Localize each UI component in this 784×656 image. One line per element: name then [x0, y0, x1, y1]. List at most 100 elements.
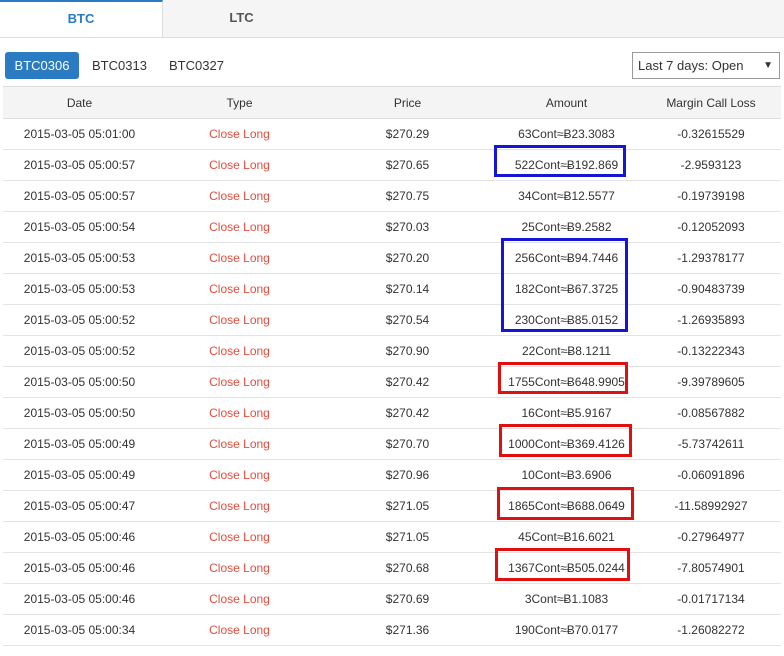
cell-margin-call-loss: -1.26082272 [641, 614, 781, 646]
table-row: 2015-03-05 05:00:49 Close Long $270.70 1000… [3, 428, 781, 460]
liquidation-table: Date Type Price Amount Margin Call Loss … [3, 86, 781, 646]
cell-price: $271.05 [323, 490, 492, 522]
cell-type: Close Long [156, 521, 323, 553]
cell-date: 2015-03-05 05:00:52 [3, 304, 156, 336]
cell-date: 2015-03-05 05:00:52 [3, 335, 156, 367]
cell-date: 2015-03-05 05:00:50 [3, 397, 156, 429]
cell-price: $270.65 [323, 149, 492, 181]
cell-amount: 522Cont≈Ƀ192.869 [492, 149, 641, 181]
cell-margin-call-loss: -0.19739198 [641, 180, 781, 212]
table-row: 2015-03-05 05:00:46 Close Long $270.68 1367… [3, 552, 781, 584]
table-row: 2015-03-05 05:00:53 Close Long $270.20 256C… [3, 242, 781, 274]
cell-amount: 22Cont≈Ƀ8.1211 [492, 335, 641, 367]
table-row: 2015-03-05 05:00:49 Close Long $270.96 10Co… [3, 459, 781, 491]
cell-margin-call-loss: -7.80574901 [641, 552, 781, 584]
cell-margin-call-loss: -5.73742611 [641, 428, 781, 460]
header-price: Price [323, 86, 492, 119]
cell-price: $270.68 [323, 552, 492, 584]
cell-price: $270.96 [323, 459, 492, 491]
cell-price: $270.20 [323, 242, 492, 274]
contract-btc0306-button[interactable]: BTC0306 [5, 52, 79, 79]
contract-btc0327-button[interactable]: BTC0327 [169, 52, 224, 79]
table-row: 2015-03-05 05:00:46 Close Long $271.05 45Co… [3, 521, 781, 553]
cell-price: $270.75 [323, 180, 492, 212]
cell-amount: 16Cont≈Ƀ5.9167 [492, 397, 641, 429]
cell-amount: 190Cont≈Ƀ70.0177 [492, 614, 641, 646]
table-row: 2015-03-05 05:00:52 Close Long $270.90 22Co… [3, 335, 781, 367]
cell-price: $270.42 [323, 366, 492, 398]
cell-margin-call-loss: -0.13222343 [641, 335, 781, 367]
header-date: Date [3, 86, 156, 119]
cell-price: $270.90 [323, 335, 492, 367]
period-select-value: Last 7 days: Open [638, 58, 744, 73]
cell-type: Close Long [156, 304, 323, 336]
cell-price: $270.14 [323, 273, 492, 305]
cell-price: $271.36 [323, 614, 492, 646]
cell-amount: 1000Cont≈Ƀ369.4126 [492, 428, 641, 460]
cell-price: $270.69 [323, 583, 492, 615]
cell-amount: 10Cont≈Ƀ3.6906 [492, 459, 641, 491]
cell-date: 2015-03-05 05:00:46 [3, 583, 156, 615]
table-row: 2015-03-05 05:00:52 Close Long $270.54 230C… [3, 304, 781, 336]
cell-amount: 63Cont≈Ƀ23.3083 [492, 118, 641, 150]
cell-price: $270.42 [323, 397, 492, 429]
tab-btc[interactable]: BTC [0, 0, 163, 37]
cell-type: Close Long [156, 397, 323, 429]
cell-date: 2015-03-05 05:00:57 [3, 180, 156, 212]
cell-amount: 256Cont≈Ƀ94.7446 [492, 242, 641, 274]
cell-type: Close Long [156, 273, 323, 305]
cell-date: 2015-03-05 05:00:50 [3, 366, 156, 398]
cell-margin-call-loss: -11.58992927 [641, 490, 781, 522]
cell-type: Close Long [156, 366, 323, 398]
cell-margin-call-loss: -0.08567882 [641, 397, 781, 429]
cell-type: Close Long [156, 242, 323, 274]
cell-date: 2015-03-05 05:00:46 [3, 521, 156, 553]
cell-margin-call-loss: -0.06091896 [641, 459, 781, 491]
table-body: 2015-03-05 05:01:00 Close Long $270.29 63Co… [3, 118, 781, 646]
table-row: 2015-03-05 05:00:46 Close Long $270.69 3Con… [3, 583, 781, 615]
table-row: 2015-03-05 05:00:53 Close Long $270.14 182C… [3, 273, 781, 305]
cell-price: $270.70 [323, 428, 492, 460]
cell-date: 2015-03-05 05:00:34 [3, 614, 156, 646]
table-row: 2015-03-05 05:00:50 Close Long $270.42 1755… [3, 366, 781, 398]
cell-margin-call-loss: -2.9593123 [641, 149, 781, 181]
cell-date: 2015-03-05 05:00:49 [3, 459, 156, 491]
cell-date: 2015-03-05 05:00:49 [3, 428, 156, 460]
cell-date: 2015-03-05 05:00:53 [3, 242, 156, 274]
cell-margin-call-loss: -0.12052093 [641, 211, 781, 243]
contract-btc0313-button[interactable]: BTC0313 [92, 52, 147, 79]
table-row: 2015-03-05 05:00:57 Close Long $270.75 34Co… [3, 180, 781, 212]
cell-amount: 1755Cont≈Ƀ648.9905 [492, 366, 641, 398]
cell-amount: 182Cont≈Ƀ67.3725 [492, 273, 641, 305]
cell-price: $270.03 [323, 211, 492, 243]
cell-amount: 25Cont≈Ƀ9.2582 [492, 211, 641, 243]
cell-type: Close Long [156, 180, 323, 212]
cell-type: Close Long [156, 583, 323, 615]
table-row: 2015-03-05 05:00:54 Close Long $270.03 25Co… [3, 211, 781, 243]
table-header-row: Date Type Price Amount Margin Call Loss [3, 86, 781, 119]
cell-amount: 1865Cont≈Ƀ688.0649 [492, 490, 641, 522]
table-row: 2015-03-05 05:00:47 Close Long $271.05 1865… [3, 490, 781, 522]
cell-amount: 230Cont≈Ƀ85.0152 [492, 304, 641, 336]
cell-margin-call-loss: -0.01717134 [641, 583, 781, 615]
cell-type: Close Long [156, 118, 323, 150]
cell-date: 2015-03-05 05:01:00 [3, 118, 156, 150]
cell-price: $271.05 [323, 521, 492, 553]
cell-type: Close Long [156, 490, 323, 522]
header-margin-call-loss: Margin Call Loss [641, 86, 781, 119]
cell-amount: 45Cont≈Ƀ16.6021 [492, 521, 641, 553]
cell-type: Close Long [156, 459, 323, 491]
cell-margin-call-loss: -1.26935893 [641, 304, 781, 336]
table-row: 2015-03-05 05:00:57 Close Long $270.65 522C… [3, 149, 781, 181]
cell-type: Close Long [156, 614, 323, 646]
tab-ltc[interactable]: LTC [163, 0, 320, 37]
table-row: 2015-03-05 05:00:34 Close Long $271.36 190C… [3, 614, 781, 646]
cell-margin-call-loss: -0.32615529 [641, 118, 781, 150]
cell-type: Close Long [156, 149, 323, 181]
cell-price: $270.29 [323, 118, 492, 150]
cell-amount: 34Cont≈Ƀ12.5577 [492, 180, 641, 212]
cell-amount: 3Cont≈Ƀ1.1083 [492, 583, 641, 615]
cell-date: 2015-03-05 05:00:53 [3, 273, 156, 305]
cell-type: Close Long [156, 552, 323, 584]
period-select[interactable]: Last 7 days: Open ▼ [632, 52, 780, 79]
